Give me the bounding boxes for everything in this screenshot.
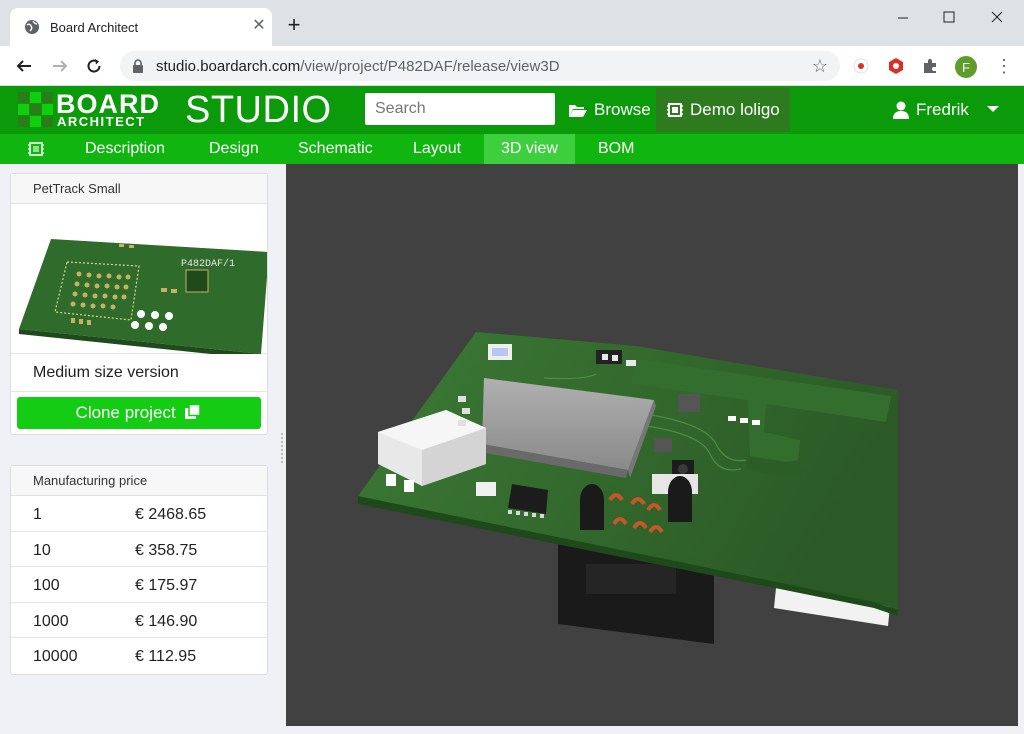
record-extension-icon[interactable] — [850, 55, 872, 77]
logo-architect-text[interactable]: ARCHITECT — [57, 114, 146, 129]
forward-button[interactable] — [48, 54, 72, 78]
board-icon[interactable] — [27, 140, 45, 158]
bookmark-star-icon[interactable]: ☆ — [812, 56, 828, 77]
browse-link[interactable]: Browse — [568, 86, 651, 134]
forward-arrow-icon — [53, 60, 68, 72]
price-quantity: 100 — [33, 577, 60, 594]
price-amount: € 2468.65 — [135, 506, 207, 523]
puzzle-extensions-icon[interactable] — [919, 55, 941, 77]
search-input[interactable] — [365, 93, 555, 125]
board-id-label: P482DAF/1 — [181, 258, 235, 270]
price-row: 100 € 175.97 — [11, 567, 267, 603]
pcb-3d-render — [358, 332, 898, 644]
shield-extension-icon[interactable] — [885, 55, 907, 77]
minimize-button[interactable] — [880, 6, 926, 30]
url-text: studio.boardarch.com/view/project/P482DA… — [156, 58, 560, 75]
price-row: 1000 € 146.90 — [11, 603, 267, 638]
app-header: BOARD ARCHITECT STUDIO Browse Demo lolig… — [0, 86, 1024, 134]
tab-3d-view[interactable]: 3D view — [484, 134, 575, 164]
close-tab-icon[interactable]: ✕ — [250, 17, 268, 35]
3d-viewport[interactable] — [286, 164, 1018, 726]
close-window-button[interactable] — [974, 6, 1020, 30]
back-button[interactable] — [12, 54, 36, 78]
browser-tab[interactable]: Board Architect ✕ — [10, 8, 272, 46]
logo-studio-text[interactable]: STUDIO — [185, 89, 332, 132]
reload-icon — [87, 59, 101, 73]
price-row: 10 € 358.75 — [11, 532, 267, 567]
price-quantity: 1000 — [33, 612, 69, 630]
tab-title: Board Architect — [50, 20, 139, 35]
browse-label: Browse — [594, 100, 651, 119]
folder-open-icon — [569, 105, 587, 117]
minimize-icon — [898, 17, 908, 19]
browser-toolbar: studio.boardarch.com/view/project/P482DA… — [0, 46, 1024, 86]
panel-resize-handle[interactable] — [280, 432, 284, 464]
lock-icon — [133, 59, 143, 73]
board-icon — [667, 103, 683, 117]
price-row: 1 € 2468.65 — [11, 496, 267, 532]
price-row: 10000 € 112.95 — [11, 638, 267, 674]
clone-project-button[interactable]: Clone project — [17, 397, 261, 429]
project-subnav: Description Design Schematic Layout 3D v… — [0, 134, 1024, 164]
close-window-icon — [991, 11, 1003, 23]
tab-bom[interactable]: BOM — [581, 134, 651, 164]
user-icon — [893, 101, 909, 119]
user-name-label: Fredrik — [916, 100, 969, 119]
browser-titlebar: Board Architect ✕ + — [0, 0, 1024, 46]
tab-description[interactable]: Description — [68, 134, 182, 164]
tab-schematic[interactable]: Schematic — [281, 134, 390, 164]
tab-design[interactable]: Design — [192, 134, 276, 164]
user-menu[interactable]: Fredrik — [892, 86, 969, 134]
project-description: Medium size version — [11, 354, 267, 392]
new-tab-button[interactable]: + — [282, 14, 306, 36]
clone-label: Clone project — [75, 403, 176, 422]
globe-icon — [25, 20, 39, 34]
back-arrow-icon — [16, 60, 31, 72]
price-amount: € 146.90 — [135, 612, 198, 630]
pricing-title: Manufacturing price — [11, 466, 267, 496]
project-title: PetTrack Small — [11, 174, 267, 204]
profile-avatar[interactable]: F — [954, 55, 978, 79]
reload-button[interactable] — [82, 54, 106, 78]
maximize-button[interactable] — [926, 6, 972, 30]
price-amount: € 358.75 — [135, 541, 198, 559]
price-amount: € 175.97 — [135, 577, 198, 594]
price-quantity: 10 — [33, 541, 51, 559]
sidebar: PetTrack Small P482DAF/1 Medium size ver… — [0, 164, 278, 734]
price-quantity: 1 — [33, 506, 42, 523]
pcb-thumbnail-image: P482DAF/1 — [19, 239, 269, 359]
demo-label: Demo loligo — [690, 100, 780, 119]
board-architect-logo-icon[interactable] — [18, 92, 54, 128]
project-card: PetTrack Small P482DAF/1 Medium size ver… — [10, 173, 269, 435]
board-thumbnail[interactable]: P482DAF/1 — [11, 204, 269, 359]
tab-layout[interactable]: Layout — [396, 134, 478, 164]
price-quantity: 10000 — [33, 648, 78, 665]
copy-icon — [185, 403, 202, 419]
chevron-down-icon[interactable] — [987, 106, 999, 112]
browser-menu-icon[interactable]: ⋮ — [995, 56, 1013, 76]
price-amount: € 112.95 — [135, 648, 197, 665]
pricing-card: Manufacturing price 1 € 2468.65 10 € 358… — [10, 465, 268, 675]
demo-project-link[interactable]: Demo loligo — [656, 88, 790, 132]
maximize-icon — [943, 11, 955, 23]
address-bar[interactable]: studio.boardarch.com/view/project/P482DA… — [120, 51, 840, 81]
